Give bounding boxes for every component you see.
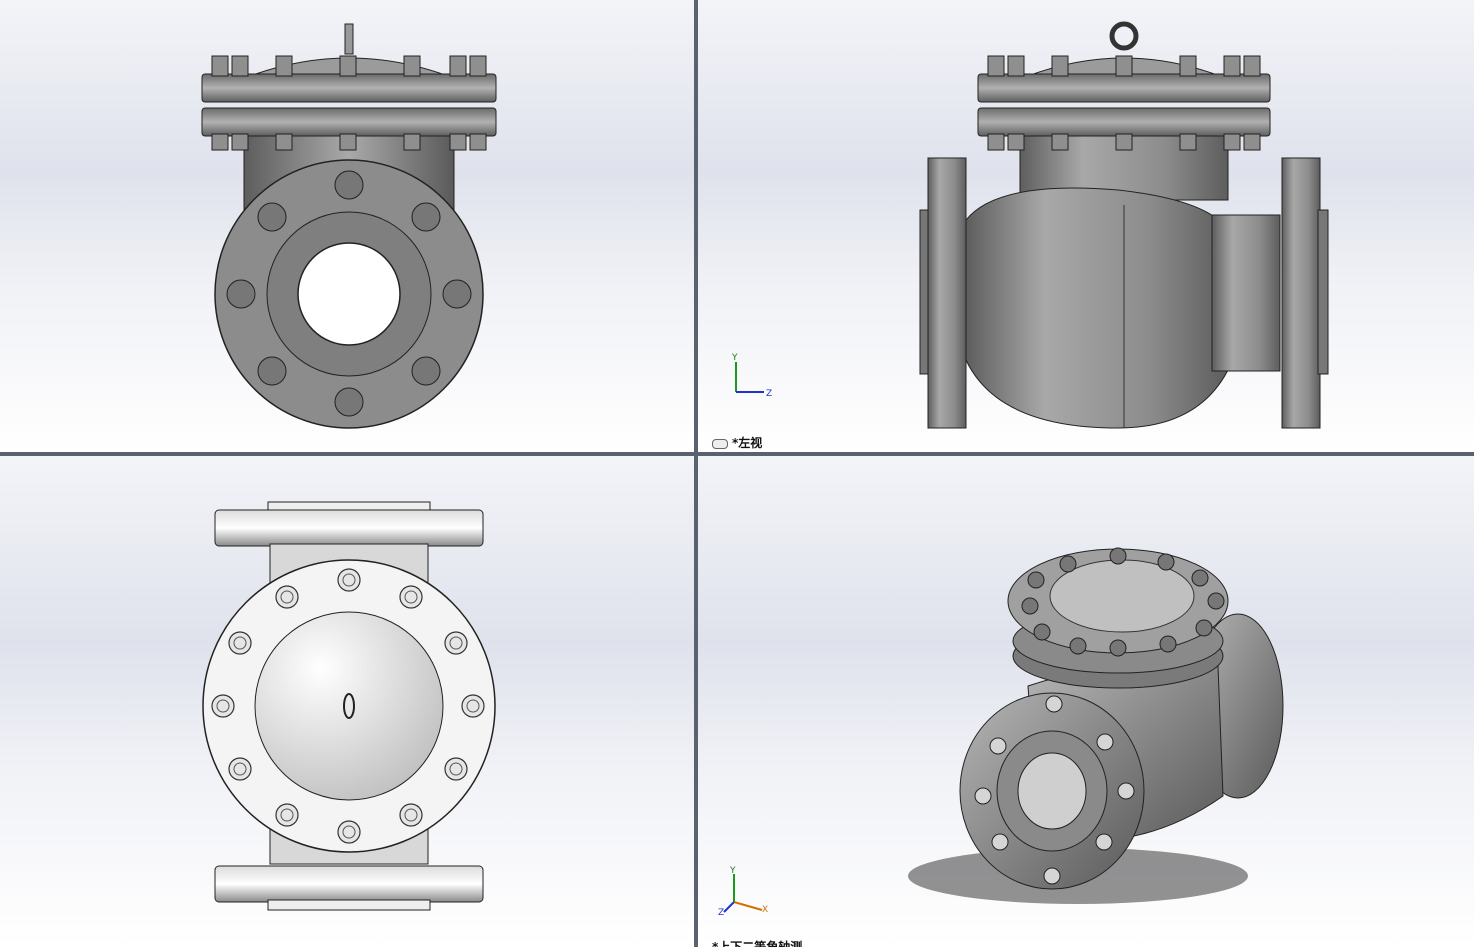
view-name-label: *左视 <box>712 434 762 451</box>
view-name-label: *上下二等角轴测 <box>712 940 803 947</box>
valve-left-view <box>919 21 1329 429</box>
viewport-top[interactable] <box>0 456 694 947</box>
link-icon <box>712 438 728 449</box>
triad-z-label: Z <box>718 908 724 916</box>
viewport-left[interactable]: Y Z *左视 <box>698 0 1474 452</box>
valve-top-view <box>202 501 496 911</box>
triad-y-label: Y <box>731 353 738 363</box>
triad-x-label: X <box>762 905 768 915</box>
triad-z-label: Z <box>766 389 772 398</box>
axis-triad: Y X Z <box>718 866 774 920</box>
axis-triad: Y Z <box>728 352 778 402</box>
valve-isometric-view <box>908 547 1284 904</box>
viewport-isometric[interactable]: Y X Z *上下二等角轴测 <box>698 456 1474 947</box>
valve-front-view <box>201 23 497 429</box>
viewport-front[interactable] <box>0 0 694 452</box>
triad-y-label: Y <box>729 866 736 876</box>
